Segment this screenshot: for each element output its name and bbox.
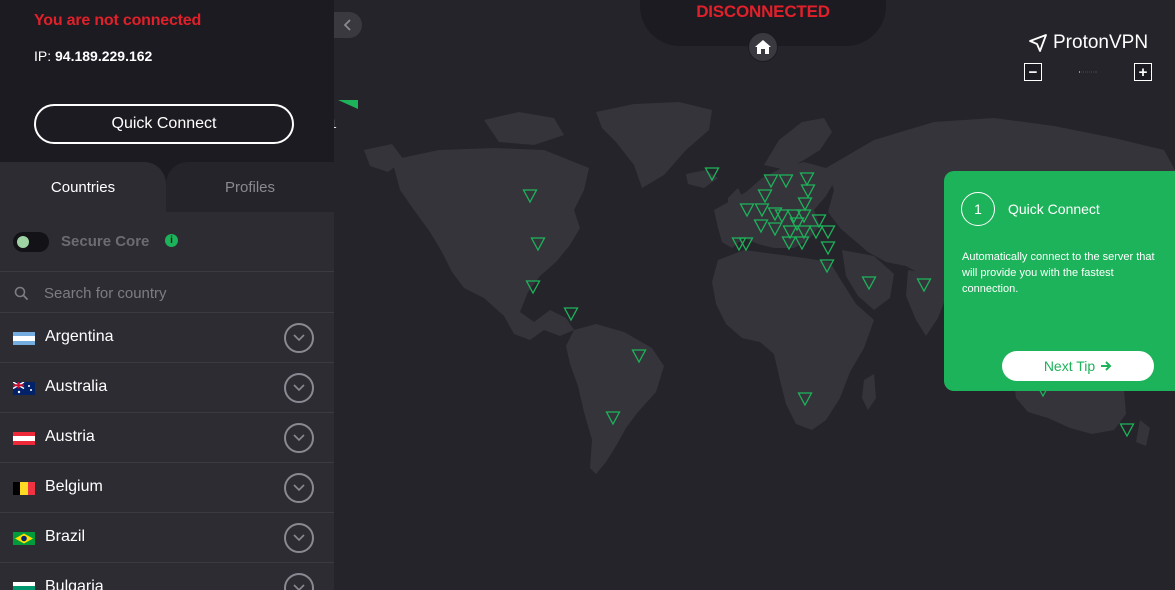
list-item-argentina[interactable]: Argentina xyxy=(0,313,334,363)
tip-step-number: 1 xyxy=(961,192,995,226)
zoom-out-button[interactable]: − xyxy=(1024,63,1042,81)
countries-panel: Secure Core i Argentina xyxy=(0,212,334,590)
chevron-down-icon[interactable] xyxy=(284,423,314,453)
chevron-down-icon[interactable] xyxy=(284,573,314,590)
connection-indicator xyxy=(338,100,358,109)
protonvpn-logo: ProtonVPN xyxy=(1028,32,1148,54)
server-marker-icon[interactable] xyxy=(820,241,836,256)
toggle-knob xyxy=(17,236,29,248)
paper-plane-icon xyxy=(1029,34,1047,52)
server-marker-icon[interactable] xyxy=(1119,423,1135,438)
zoom-slider[interactable] xyxy=(1052,71,1124,73)
sidebar: You are not connected IP: 94.189.229.162… xyxy=(0,0,334,590)
quick-connect-button[interactable]: Quick Connect xyxy=(34,104,294,144)
country-name: Brazil xyxy=(45,528,86,545)
bulgaria-flag xyxy=(13,582,35,590)
austria-flag xyxy=(13,432,35,445)
list-item-australia[interactable]: Australia xyxy=(0,363,334,413)
chevron-down-icon[interactable] xyxy=(284,373,314,403)
secure-core-label: Secure Core xyxy=(61,233,150,250)
tab-countries[interactable]: Countries xyxy=(0,162,166,212)
brazil-flag xyxy=(13,532,35,545)
home-icon[interactable] xyxy=(748,32,778,62)
list-item-belgium[interactable]: Belgium xyxy=(0,463,334,513)
chevron-down-icon[interactable] xyxy=(284,473,314,503)
connection-status-title: You are not connected xyxy=(34,12,202,29)
brand-name: ProtonVPN xyxy=(1053,32,1149,53)
collapse-sidebar-button[interactable] xyxy=(334,12,362,38)
ip-value: 94.189.229.162 xyxy=(55,48,153,64)
tab-profiles[interactable]: Profiles xyxy=(166,162,334,212)
sidebar-tabs: Countries Profiles xyxy=(0,162,334,212)
info-icon[interactable]: i xyxy=(165,234,178,247)
search-country-input[interactable] xyxy=(44,281,314,305)
search-row xyxy=(0,273,334,313)
country-name: Bulgaria xyxy=(45,578,104,590)
tip-text: Automatically connect to the server that… xyxy=(962,251,1155,295)
ip-address-line: IP: 94.189.229.162 xyxy=(34,48,152,64)
list-item-bulgaria[interactable]: Bulgaria xyxy=(0,563,334,590)
next-tip-button[interactable]: Next Tip xyxy=(1002,351,1154,381)
country-name: Argentina xyxy=(45,328,114,345)
chevron-down-icon[interactable] xyxy=(284,323,314,353)
secure-core-toggle[interactable] xyxy=(13,232,49,252)
zoom-control: − + xyxy=(1024,63,1154,81)
search-icon xyxy=(14,286,28,300)
country-list: Argentina Australia Austria Belgium Braz… xyxy=(0,313,334,590)
tip-card: 1 Quick Connect Automatically connect to… xyxy=(944,171,1175,391)
tip-title: Quick Connect xyxy=(1008,201,1100,217)
list-item-brazil[interactable]: Brazil xyxy=(0,513,334,563)
ip-label: IP: xyxy=(34,48,52,64)
secure-core-row: Secure Core i xyxy=(0,212,334,272)
map-area: 1 DISCONNECTED ProtonVPN − + 1 xyxy=(334,0,1175,590)
australia-flag xyxy=(13,382,35,395)
country-name: Australia xyxy=(45,378,108,395)
arrow-right-icon xyxy=(1101,361,1112,371)
country-name: Belgium xyxy=(45,478,103,495)
next-tip-label: Next Tip xyxy=(1043,358,1096,374)
belgium-flag xyxy=(13,482,35,495)
list-item-austria[interactable]: Austria xyxy=(0,413,334,463)
protonvpn-window: You are not connected IP: 94.189.229.162… xyxy=(0,0,1175,590)
disconnected-status: DISCONNECTED xyxy=(696,2,830,21)
argentina-flag xyxy=(13,332,35,345)
server-marker-icon[interactable] xyxy=(820,225,836,240)
chevron-down-icon[interactable] xyxy=(284,523,314,553)
server-marker-icon[interactable] xyxy=(563,307,579,322)
side-counter: 1 xyxy=(334,117,337,131)
country-name: Austria xyxy=(45,428,95,445)
zoom-in-button[interactable]: + xyxy=(1134,63,1152,81)
